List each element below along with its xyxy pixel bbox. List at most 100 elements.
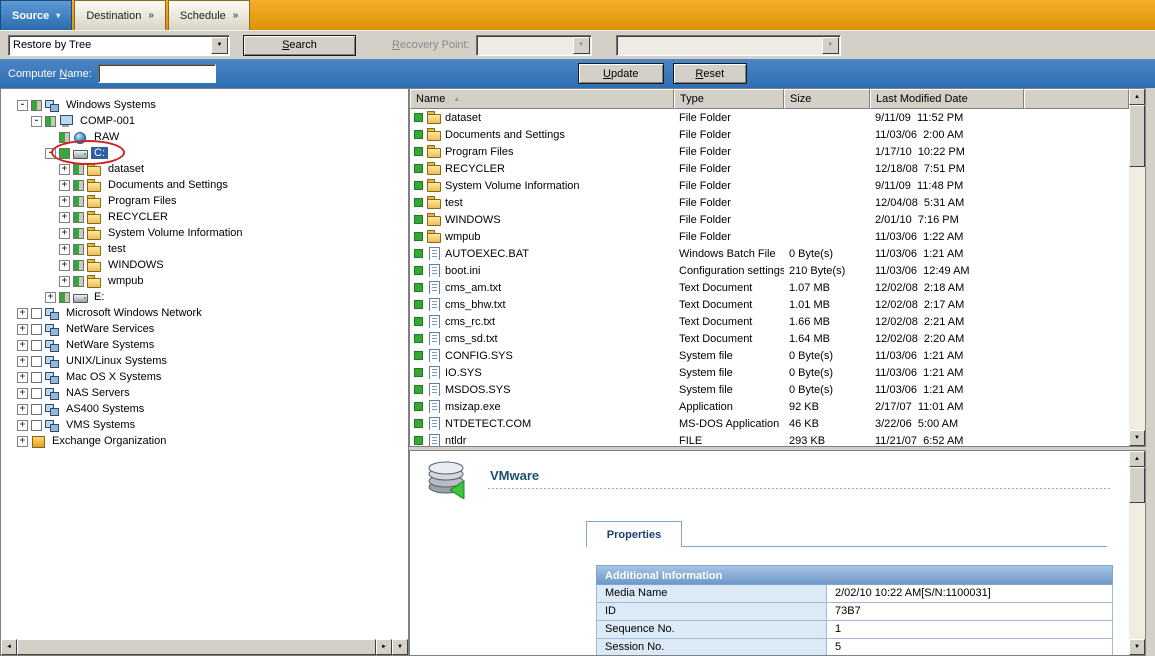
collapse-toggle[interactable]: - <box>17 100 28 111</box>
tree-item-unix-linux-systems[interactable]: +UNIX/Linux Systems <box>1 353 408 369</box>
tree-item-label[interactable]: NetWare Systems <box>63 339 157 351</box>
tree-item-label[interactable]: dataset <box>105 163 147 175</box>
file-row-cms-am-txt[interactable]: cms_am.txtText Document1.07 MB12/02/08 2… <box>410 279 1129 296</box>
file-row-windows[interactable]: WINDOWSFile Folder2/01/10 7:16 PM <box>410 211 1129 228</box>
tree-item-label[interactable]: Microsoft Windows Network <box>63 307 205 319</box>
tree-checkbox[interactable] <box>31 404 42 415</box>
file-row-recycler[interactable]: RECYCLERFile Folder12/18/08 7:51 PM <box>410 160 1129 177</box>
row-checkbox[interactable] <box>414 419 423 428</box>
tree-checkbox[interactable] <box>31 388 42 399</box>
tree-item-label[interactable]: RECYCLER <box>105 211 171 223</box>
file-row-program-files[interactable]: Program FilesFile Folder1/17/10 10:22 PM <box>410 143 1129 160</box>
tree-item-nas-servers[interactable]: +NAS Servers <box>1 385 408 401</box>
row-checkbox[interactable] <box>414 164 423 173</box>
row-checkbox[interactable] <box>414 334 423 343</box>
file-row-boot-ini[interactable]: boot.iniConfiguration settings210 Byte(s… <box>410 262 1129 279</box>
file-row-autoexec-bat[interactable]: AUTOEXEC.BATWindows Batch File0 Byte(s)1… <box>410 245 1129 262</box>
tree-checkbox[interactable] <box>31 100 42 111</box>
expand-toggle[interactable]: + <box>59 260 70 271</box>
tree-item-documents-and-settings[interactable]: + Documents and Settings <box>1 177 408 193</box>
tree-item-label[interactable]: E: <box>91 291 107 303</box>
computer-name-input[interactable] <box>98 64 216 83</box>
row-checkbox[interactable] <box>414 300 423 309</box>
tree-item-label[interactable]: RAW <box>91 131 122 143</box>
tree-item-label[interactable]: wmpub <box>105 275 146 287</box>
tree-item-program-files[interactable]: +Program Files <box>1 193 408 209</box>
row-checkbox[interactable] <box>414 147 423 156</box>
file-row-documents-and-settings[interactable]: Documents and SettingsFile Folder11/03/0… <box>410 126 1129 143</box>
tree-checkbox[interactable] <box>73 180 84 191</box>
tree-item-label[interactable]: VMS Systems <box>63 419 138 431</box>
row-checkbox[interactable] <box>414 385 423 394</box>
row-checkbox[interactable] <box>414 181 423 190</box>
tree-item-label[interactable]: COMP-001 <box>77 115 138 127</box>
vscroll-thumb[interactable] <box>1129 105 1145 167</box>
expand-toggle[interactable]: + <box>17 372 28 383</box>
row-checkbox[interactable] <box>414 232 423 241</box>
file-row-system-volume-information[interactable]: System Volume InformationFile Folder9/11… <box>410 177 1129 194</box>
tab-schedule[interactable]: Schedule » <box>168 0 250 30</box>
tree-checkbox[interactable] <box>73 228 84 239</box>
file-row-dataset[interactable]: datasetFile Folder9/11/09 11:52 PM <box>410 109 1129 126</box>
scroll-track[interactable] <box>1129 167 1145 430</box>
tree-checkbox[interactable] <box>31 420 42 431</box>
scroll-down-button[interactable]: ▼ <box>1129 430 1145 446</box>
expand-toggle[interactable]: + <box>17 436 28 447</box>
tree-item-recycler[interactable]: + RECYCLER <box>1 209 408 225</box>
expand-toggle[interactable]: + <box>17 420 28 431</box>
scroll-up-button[interactable]: ▲ <box>1129 451 1145 467</box>
expand-toggle[interactable]: + <box>59 276 70 287</box>
hscroll-thumb[interactable] <box>17 639 376 655</box>
file-row-wmpub[interactable]: wmpubFile Folder11/03/06 1:22 AM <box>410 228 1129 245</box>
scroll-down-button[interactable]: ▼ <box>392 639 408 655</box>
tree-checkbox[interactable] <box>31 308 42 319</box>
details-vscrollbar[interactable]: ▲ ▼ <box>1129 451 1145 655</box>
tree-item-label[interactable]: AS400 Systems <box>63 403 147 415</box>
row-checkbox[interactable] <box>414 402 423 411</box>
file-row-msizap-exe[interactable]: msizap.exeApplication92 KB2/17/07 11:01 … <box>410 398 1129 415</box>
file-row-cms-sd-txt[interactable]: cms_sd.txtText Document1.64 MB12/02/08 2… <box>410 330 1129 347</box>
expand-toggle[interactable]: + <box>59 180 70 191</box>
chevron-down-icon[interactable]: ▾ <box>56 11 60 20</box>
file-row-test[interactable]: testFile Folder12/04/08 5:31 AM <box>410 194 1129 211</box>
expand-toggle[interactable]: + <box>59 164 70 175</box>
expand-toggle[interactable]: + <box>59 228 70 239</box>
row-checkbox[interactable] <box>414 436 423 445</box>
row-checkbox[interactable] <box>414 283 423 292</box>
row-checkbox[interactable] <box>414 368 423 377</box>
tree-item-netware-services[interactable]: + NetWare Services <box>1 321 408 337</box>
tree-item-vms-systems[interactable]: + VMS Systems <box>1 417 408 433</box>
tree-checkbox[interactable] <box>73 260 84 271</box>
tree-item-label[interactable]: Exchange Organization <box>49 435 169 447</box>
tree-item-label[interactable]: UNIX/Linux Systems <box>63 355 170 367</box>
expand-toggle[interactable]: + <box>17 340 28 351</box>
column-header-type[interactable]: Type <box>674 89 784 109</box>
tree-item-netware-systems[interactable]: + NetWare Systems <box>1 337 408 353</box>
tab-source[interactable]: Source ▾ <box>0 0 72 30</box>
file-row-ntdetect-com[interactable]: NTDETECT.COMMS-DOS Application46 KB3/22/… <box>410 415 1129 432</box>
row-checkbox[interactable] <box>414 317 423 326</box>
scroll-right-button[interactable]: ► <box>376 639 392 655</box>
row-checkbox[interactable] <box>414 266 423 275</box>
row-checkbox[interactable] <box>414 198 423 207</box>
scroll-up-button[interactable]: ▲ <box>1129 89 1145 105</box>
expand-toggle[interactable]: + <box>17 324 28 335</box>
search-button[interactable]: Search <box>243 35 356 56</box>
tree-item-label[interactable]: NetWare Services <box>63 323 157 335</box>
expand-toggle[interactable]: + <box>59 212 70 223</box>
file-row-config-sys[interactable]: CONFIG.SYSSystem file0 Byte(s)11/03/06 1… <box>410 347 1129 364</box>
tree-item-label[interactable]: System Volume Information <box>105 227 246 239</box>
tab-properties[interactable]: Properties <box>586 521 682 547</box>
expand-toggle[interactable]: + <box>17 404 28 415</box>
tree-item-label[interactable]: Documents and Settings <box>105 179 231 191</box>
tree-item-exchange-organization[interactable]: + Exchange Organization <box>1 433 408 449</box>
column-header-last-modified-date[interactable]: Last Modified Date <box>870 89 1024 109</box>
tree-item-microsoft-windows-network[interactable]: +Microsoft Windows Network <box>1 305 408 321</box>
vscroll-thumb[interactable] <box>1129 467 1145 503</box>
tree-checkbox[interactable] <box>31 324 42 335</box>
tree-item-windows[interactable]: + WINDOWS <box>1 257 408 273</box>
tree-checkbox[interactable] <box>31 372 42 383</box>
tree-item-label[interactable]: WINDOWS <box>105 259 167 271</box>
tab-destination[interactable]: Destination » <box>74 0 166 30</box>
file-row-cms-rc-txt[interactable]: cms_rc.txtText Document1.66 MB12/02/08 2… <box>410 313 1129 330</box>
